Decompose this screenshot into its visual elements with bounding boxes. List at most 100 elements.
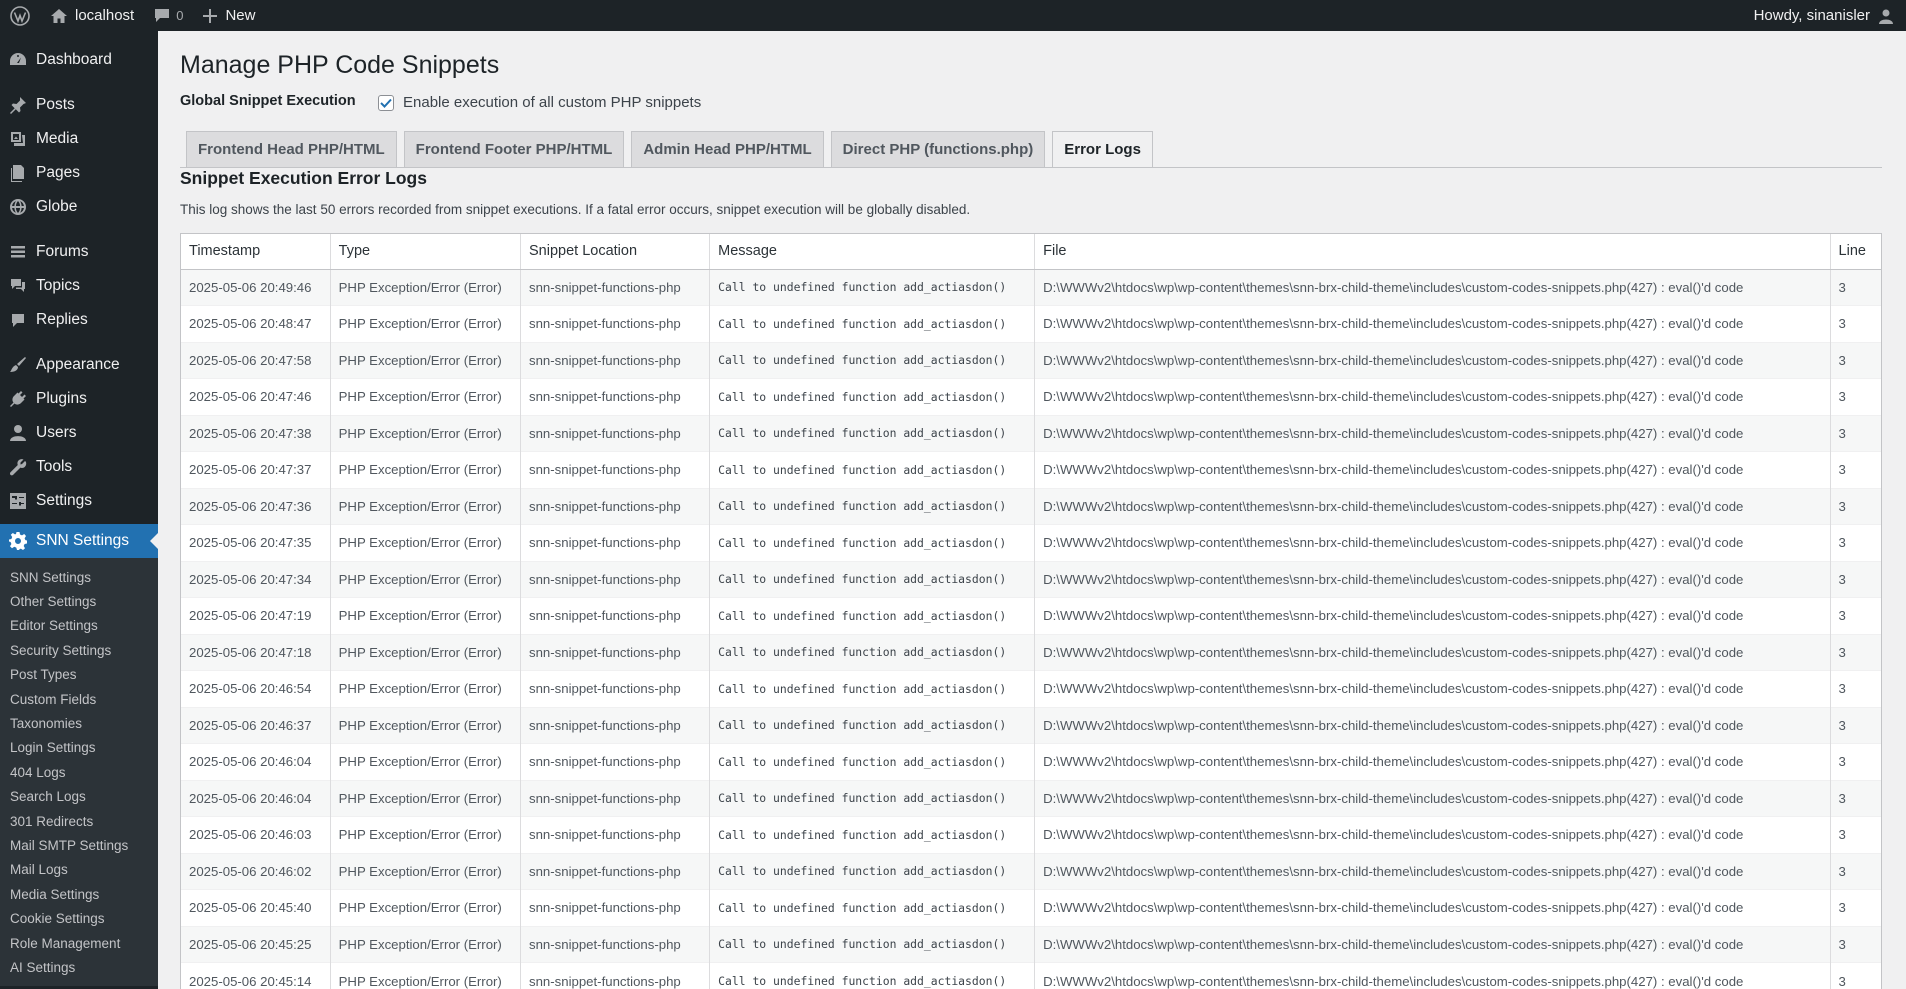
timestamp-cell: 2025-05-06 20:46:03 [181, 816, 331, 853]
sidebar-item-snn-settings[interactable]: SNN Settings [0, 524, 158, 558]
submenu-item-cookie-settings[interactable]: Cookie Settings [0, 906, 158, 930]
submenu-item-taxonomies[interactable]: Taxonomies [0, 711, 158, 735]
submenu-item-404-logs[interactable]: 404 Logs [0, 760, 158, 784]
avatar-icon [1879, 9, 1893, 24]
submenu-item-login-settings[interactable]: Login Settings [0, 736, 158, 760]
snippet-location-cell: snn-snippet-functions-php [520, 706, 711, 744]
sidebar-item-forums[interactable]: Forums [0, 235, 158, 269]
new-content-button[interactable]: New [193, 0, 265, 31]
dashboard-icon [8, 50, 28, 70]
new-label: New [225, 7, 256, 24]
tab-admin-head-php-html[interactable]: Admin Head PHP/HTML [631, 131, 824, 167]
submenu-item-custom-fields[interactable]: Custom Fields [0, 687, 158, 711]
message-cell: Call to undefined function add_actiasdon… [709, 743, 1036, 780]
enable-execution-label[interactable]: Enable execution of all custom PHP snipp… [403, 91, 701, 111]
sidebar-item-posts[interactable]: Posts [0, 88, 158, 122]
file-cell: D:\WWWv2\htdocs\wp\wp-content\themes\snn… [1034, 889, 1831, 926]
menu-separator [0, 77, 158, 88]
line-cell: 3 [1830, 779, 1881, 817]
submenu-item-security-settings[interactable]: Security Settings [0, 638, 158, 662]
sidebar-item-appearance[interactable]: Appearance [0, 348, 158, 382]
wordpress-logo-button[interactable] [0, 0, 40, 31]
type-cell: PHP Exception/Error (Error) [330, 670, 522, 707]
file-cell: D:\WWWv2\htdocs\wp\wp-content\themes\snn… [1034, 414, 1831, 452]
global-execution-label: Global Snippet Execution [180, 93, 356, 109]
snippet-location-cell: snn-snippet-functions-php [520, 816, 711, 853]
main-content: Manage PHP Code Snippets Global Snippet … [158, 31, 1906, 989]
line-cell: 3 [1830, 487, 1881, 525]
type-cell: PHP Exception/Error (Error) [330, 597, 522, 634]
submenu-item-ai-settings[interactable]: AI Settings [0, 955, 158, 979]
site-name-link[interactable]: localhost [40, 0, 144, 31]
timestamp-cell: 2025-05-06 20:47:46 [181, 378, 331, 415]
sidebar-item-replies[interactable]: Replies [0, 303, 158, 337]
line-cell: 3 [1830, 305, 1881, 342]
media-icon [8, 129, 28, 149]
message-cell: Call to undefined function add_actiasdon… [709, 560, 1036, 598]
replies-icon [8, 310, 28, 330]
snippet-location-cell: snn-snippet-functions-php [520, 378, 711, 415]
message-cell: Call to undefined function add_actiasdon… [709, 670, 1036, 707]
type-cell: PHP Exception/Error (Error) [330, 268, 522, 306]
sidebar-item-label: Globe [36, 198, 78, 215]
message-cell: Call to undefined function add_actiasdon… [709, 341, 1036, 379]
file-cell: D:\WWWv2\htdocs\wp\wp-content\themes\snn… [1034, 305, 1831, 342]
sidebar-item-topics[interactable]: Topics [0, 269, 158, 303]
tab-frontend-head-php-html[interactable]: Frontend Head PHP/HTML [186, 131, 397, 167]
sidebar-item-settings[interactable]: Settings [0, 484, 158, 518]
submenu-item-mail-logs[interactable]: Mail Logs [0, 858, 158, 882]
tab-frontend-footer-php-html[interactable]: Frontend Footer PHP/HTML [403, 131, 625, 167]
submenu-item-media-settings[interactable]: Media Settings [0, 882, 158, 906]
submenu-item-other-settings[interactable]: Other Settings [0, 589, 158, 613]
table-row: 2025-05-06 20:45:25 PHP Exception/Error (… [181, 925, 1881, 963]
file-cell: D:\WWWv2\htdocs\wp\wp-content\themes\snn… [1034, 451, 1831, 488]
tabs-divider [180, 167, 1882, 168]
timestamp-cell: 2025-05-06 20:46:04 [181, 779, 331, 817]
sidebar-item-label: SNN Settings [36, 532, 130, 549]
my-account-menu[interactable]: Howdy, sinanisler [1754, 7, 1906, 24]
forums-icon [8, 242, 28, 262]
sidebar-item-pages[interactable]: Pages [0, 156, 158, 190]
type-cell: PHP Exception/Error (Error) [330, 524, 522, 561]
table-header-row: Timestamp Type Snippet Location Message File… [181, 234, 1881, 270]
type-cell: PHP Exception/Error (Error) [330, 414, 522, 452]
snippet-location-cell: snn-snippet-functions-php [520, 633, 711, 671]
submenu-item-post-types[interactable]: Post Types [0, 663, 158, 687]
sidebar-item-label: Replies [36, 311, 88, 328]
sidebar-item-media[interactable]: Media [0, 122, 158, 156]
type-cell: PHP Exception/Error (Error) [330, 451, 522, 488]
section-title: Snippet Execution Error Logs [180, 168, 427, 188]
sidebar-item-label: Dashboard [36, 51, 112, 68]
submenu-item-mail-smtp-settings[interactable]: Mail SMTP Settings [0, 833, 158, 857]
sidebar-item-label: Pages [36, 164, 80, 181]
sidebar-item-tools[interactable]: Tools [0, 450, 158, 484]
snippet-location-cell: snn-snippet-functions-php [520, 889, 711, 926]
type-cell: PHP Exception/Error (Error) [330, 706, 522, 744]
sidebar-item-dashboard[interactable]: Dashboard [0, 43, 158, 77]
tab-error-logs[interactable]: Error Logs [1052, 131, 1153, 168]
file-cell: D:\WWWv2\htdocs\wp\wp-content\themes\snn… [1034, 706, 1831, 744]
tab-direct-php-functions-php[interactable]: Direct PHP (functions.php) [830, 131, 1046, 167]
submenu-item-snn-settings[interactable]: SNN Settings [0, 565, 158, 589]
submenu-item-role-management[interactable]: Role Management [0, 931, 158, 955]
sidebar-item-users[interactable]: Users [0, 416, 158, 450]
line-cell: 3 [1830, 852, 1881, 890]
type-cell: PHP Exception/Error (Error) [330, 889, 522, 926]
sidebar-item-label: Users [36, 424, 77, 441]
message-cell: Call to undefined function add_actiasdon… [709, 524, 1036, 561]
file-cell: D:\WWWv2\htdocs\wp\wp-content\themes\snn… [1034, 925, 1831, 963]
enable-execution-checkbox[interactable] [378, 95, 394, 111]
submenu-item-301-redirects[interactable]: 301 Redirects [0, 809, 158, 833]
submenu-item-editor-settings[interactable]: Editor Settings [0, 614, 158, 638]
timestamp-cell: 2025-05-06 20:47:37 [181, 451, 331, 488]
plug-icon [8, 389, 28, 409]
submenu-item-search-logs[interactable]: Search Logs [0, 785, 158, 809]
line-cell: 3 [1830, 597, 1881, 634]
table-row: 2025-05-06 20:47:37 PHP Exception/Error (… [181, 451, 1881, 488]
comments-link[interactable]: 0 [144, 0, 193, 31]
sidebar-item-label: Media [36, 130, 79, 147]
type-cell: PHP Exception/Error (Error) [330, 560, 522, 598]
sidebar-item-globe[interactable]: Globe [0, 190, 158, 224]
table-row: 2025-05-06 20:46:37 PHP Exception/Error (… [181, 706, 1881, 744]
sidebar-item-plugins[interactable]: Plugins [0, 382, 158, 416]
